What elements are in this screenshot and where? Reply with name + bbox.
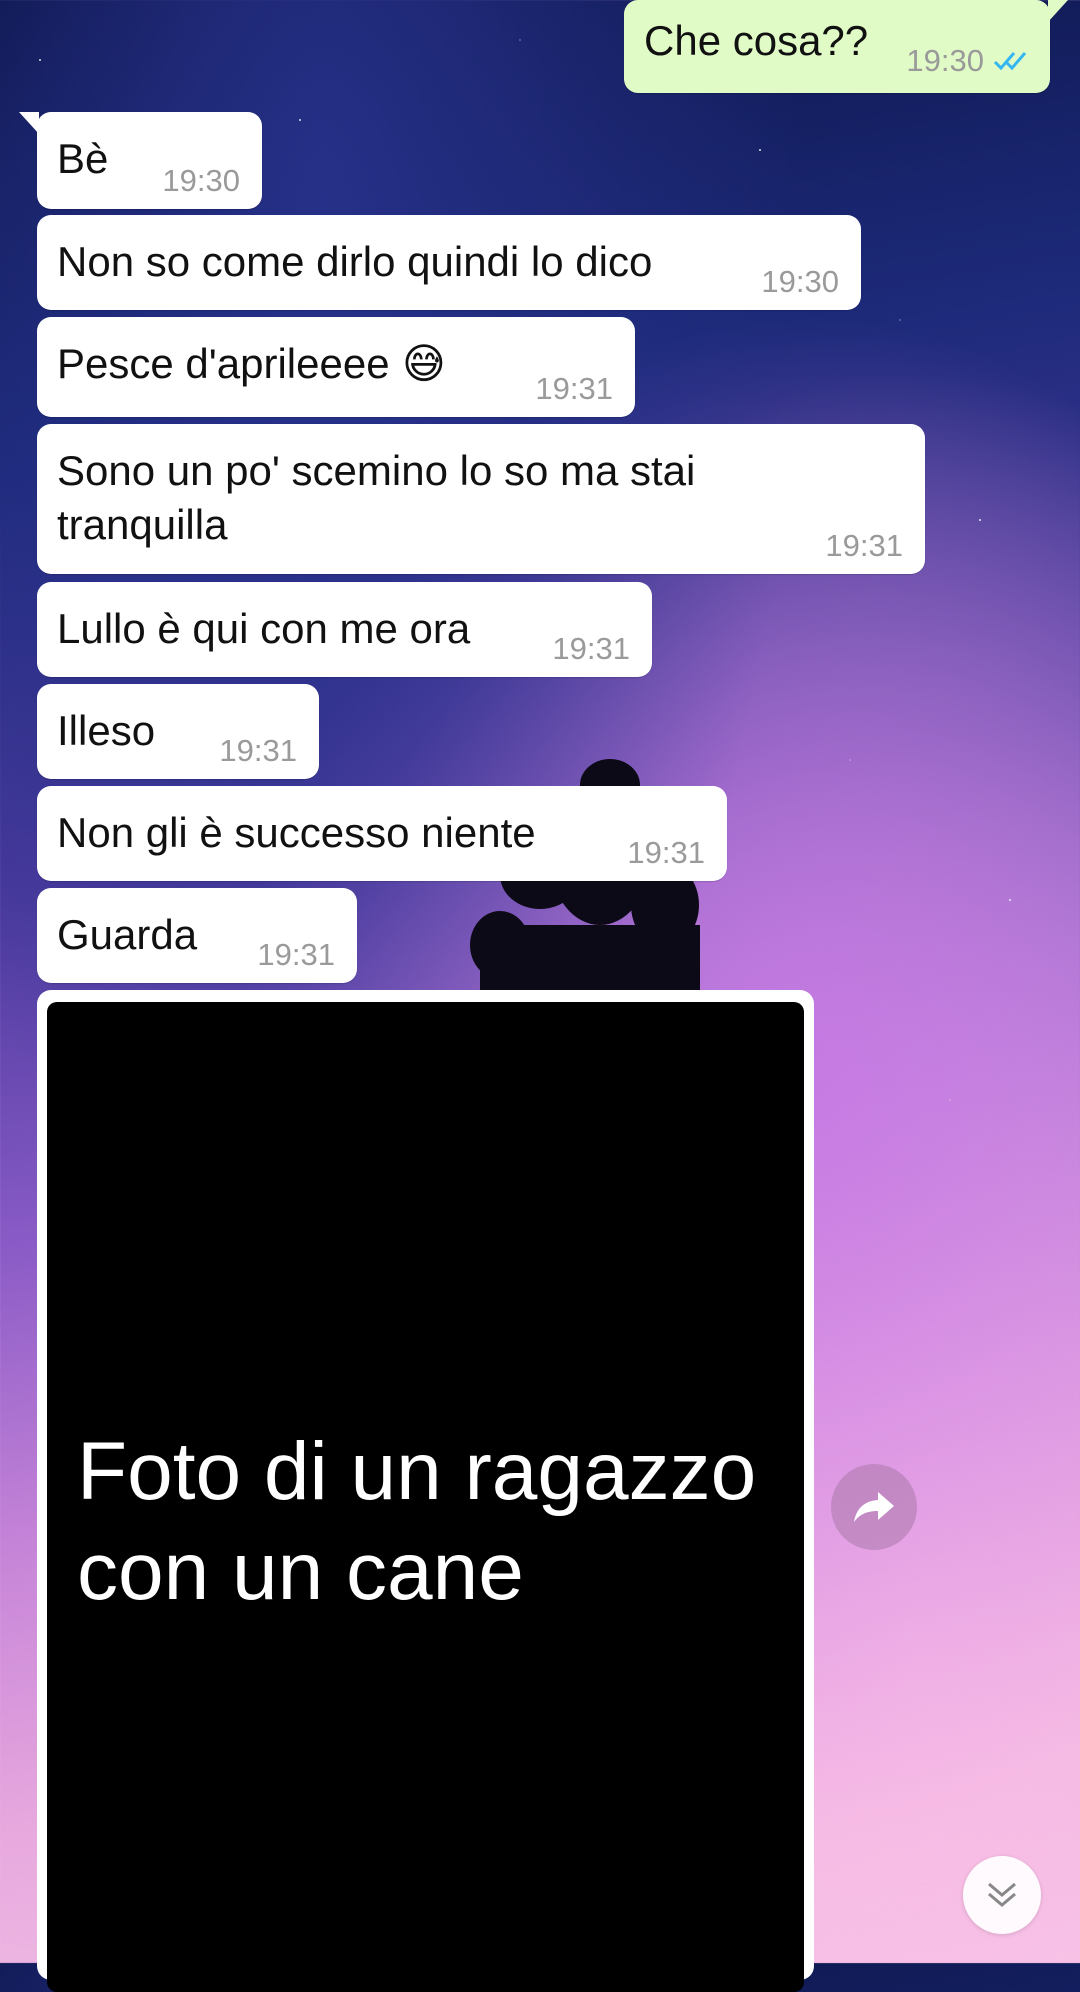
message-text: Sono un po' scemino lo so ma stai tranqu… [57,447,696,548]
sweat-smile-emoji: 😅 [402,340,446,387]
message-time: 19:31 [535,371,613,406]
chat-message-list[interactable]: Che cosa?? 19:30 Bè 19:30 Non so come di… [0,0,1080,1992]
message-meta: 19:30 [906,43,1032,79]
message-time: 19:30 [761,264,839,299]
message-time: 19:31 [825,528,903,563]
message-text: Pesce d'aprileeee [57,340,390,387]
message-text: Bè [57,135,109,182]
message-bubble-incoming[interactable]: Sono un po' scemino lo so ma stai tranqu… [37,424,925,574]
photo-thumbnail[interactable]: Foto di un ragazzo con un cane [47,1002,804,1992]
message-bubble-incoming[interactable]: Non gli è successo niente 19:31 [37,786,727,881]
message-text: Che cosa?? [644,17,869,64]
image-message-bubble[interactable]: Foto di un ragazzo con un cane [37,990,814,1992]
chevron-double-down-icon [988,1882,1016,1907]
share-forward-icon [854,1492,894,1522]
double-check-icon [993,52,1027,71]
forward-button[interactable] [831,1464,917,1550]
message-text: Non gli è successo niente [57,809,536,856]
message-time: 19:30 [162,163,240,198]
message-bubble-incoming[interactable]: Illeso 19:31 [37,684,319,779]
message-time: 19:31 [257,937,335,972]
message-text: Illeso [57,707,156,754]
message-time: 19:31 [219,733,297,768]
scroll-to-bottom-button[interactable] [963,1856,1041,1934]
message-time: 19:30 [906,43,984,78]
message-bubble-outgoing[interactable]: Che cosa?? 19:30 [624,0,1068,93]
photo-caption: Foto di un ragazzo con un cane [77,1426,757,1617]
message-text: Lullo è qui con me ora [57,605,471,652]
message-bubble-incoming[interactable]: Non so come dirlo quindi lo dico 19:30 [37,215,861,310]
message-bubble-incoming[interactable]: Guarda 19:31 [37,888,357,983]
message-time: 19:31 [627,835,705,870]
message-text: Guarda [57,911,198,958]
message-text: Non so come dirlo quindi lo dico [57,238,653,285]
message-bubble-incoming[interactable]: Pesce d'aprileeee 😅 19:31 [37,317,635,417]
message-bubble-incoming[interactable]: Bè 19:30 [19,112,262,209]
message-time: 19:31 [552,631,630,666]
message-bubble-incoming[interactable]: Lullo è qui con me ora 19:31 [37,582,652,677]
